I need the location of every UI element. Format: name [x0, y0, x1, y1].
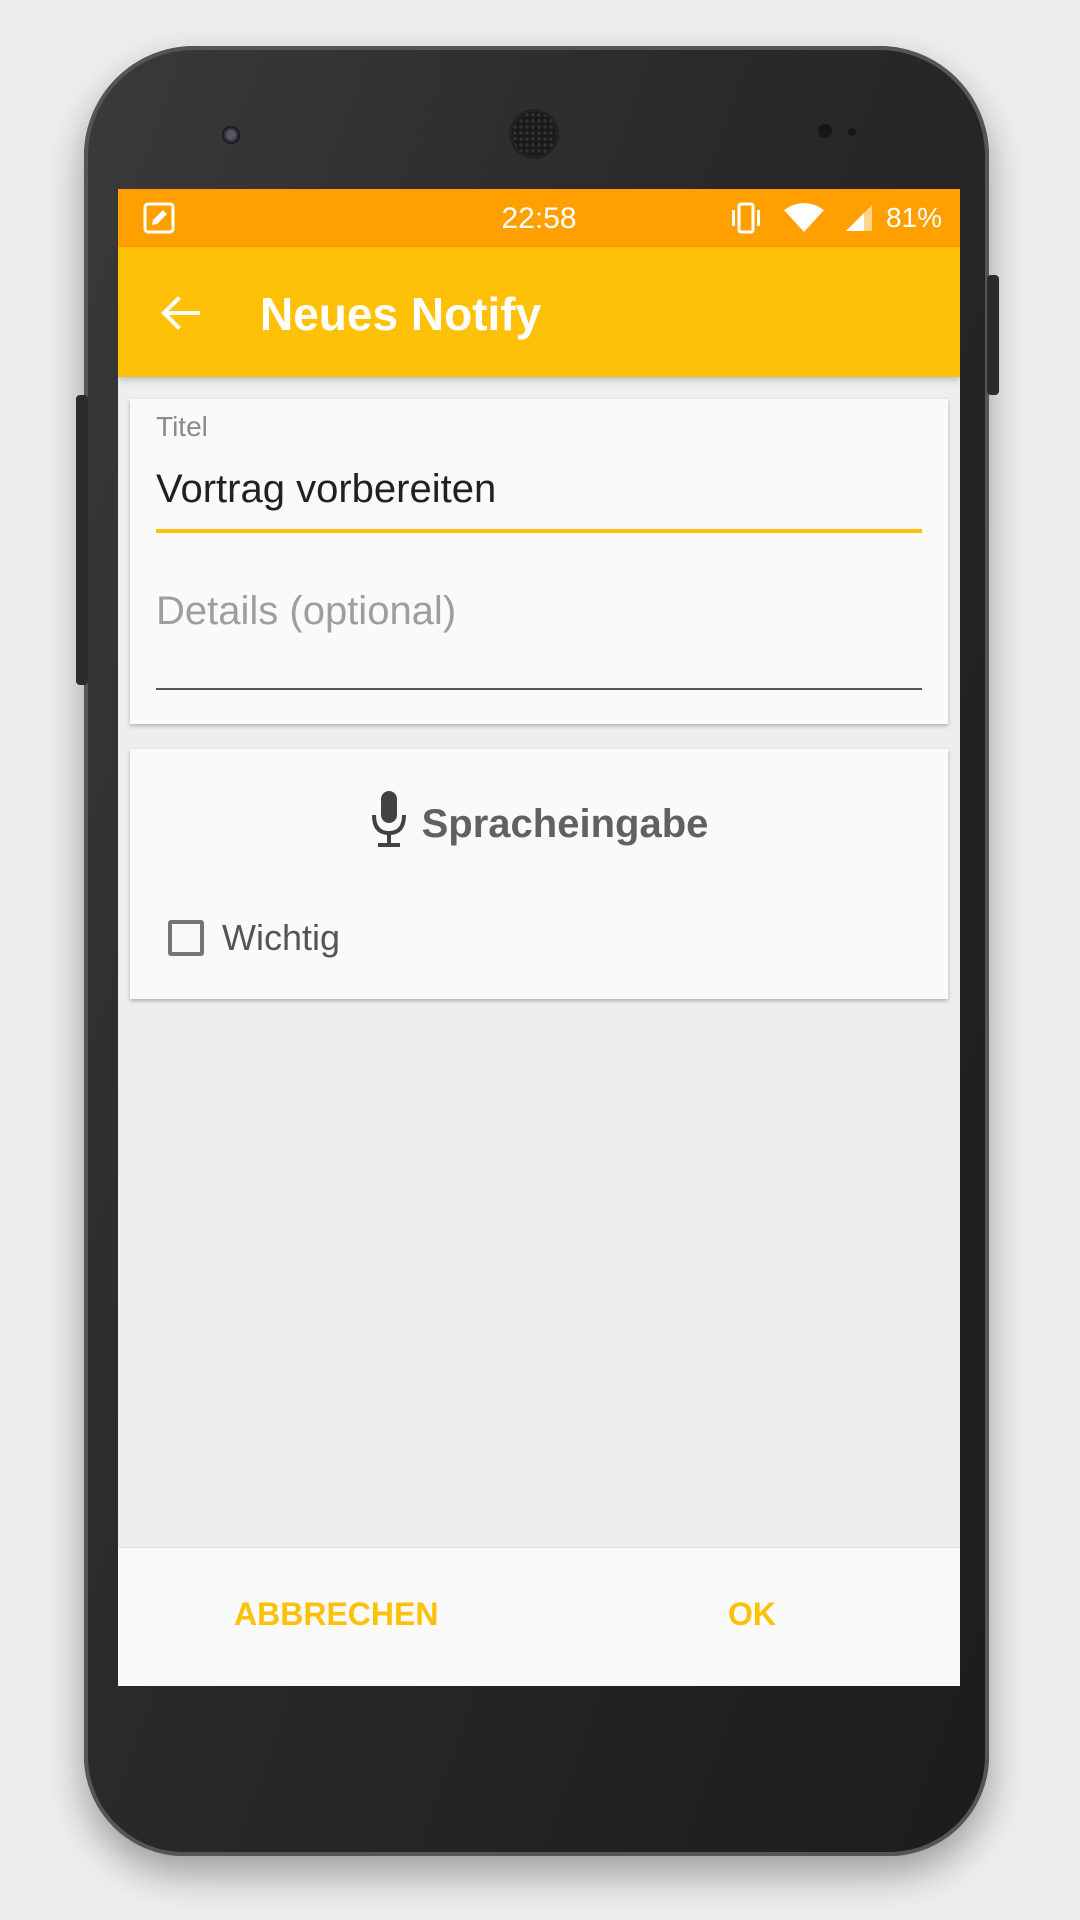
light-sensor — [848, 128, 856, 136]
important-label: Wichtig — [222, 917, 341, 958]
dialog-button-bar: ABBRECHEN OK — [118, 1547, 960, 1686]
earpiece-speaker — [512, 112, 556, 156]
status-bar: 22:58 81% — [118, 189, 960, 247]
options-card: Spracheingabe Wichtig — [130, 749, 948, 999]
battery-level: 81% — [885, 202, 942, 233]
cancel-button[interactable]: ABBRECHEN — [234, 1596, 438, 1633]
volume-button — [76, 395, 88, 685]
vibrate-icon — [728, 201, 764, 243]
title-label: Titel — [156, 411, 208, 442]
microphone-icon — [370, 789, 408, 859]
arrow-back-icon[interactable] — [158, 291, 202, 335]
proximity-sensor — [818, 124, 832, 138]
title-input[interactable] — [156, 449, 922, 533]
ok-button[interactable]: OK — [728, 1596, 776, 1633]
voice-input-label: Spracheingabe — [421, 801, 709, 846]
screen: 22:58 81% Neues Notify Titel Vortrag vor… — [118, 189, 960, 1686]
wifi-icon — [782, 202, 826, 242]
cell-signal-icon — [844, 203, 874, 241]
important-checkbox-row[interactable]: Wichtig — [168, 917, 340, 959]
status-icons — [728, 201, 874, 243]
voice-input-button[interactable]: Spracheingabe — [130, 779, 948, 869]
details-input[interactable] — [156, 574, 922, 690]
power-button — [987, 275, 999, 395]
front-camera — [222, 126, 240, 144]
app-bar: Neues Notify — [118, 247, 960, 377]
important-checkbox[interactable] — [168, 920, 204, 956]
page-title: Neues Notify — [260, 288, 542, 340]
input-card: Titel — [130, 399, 948, 724]
